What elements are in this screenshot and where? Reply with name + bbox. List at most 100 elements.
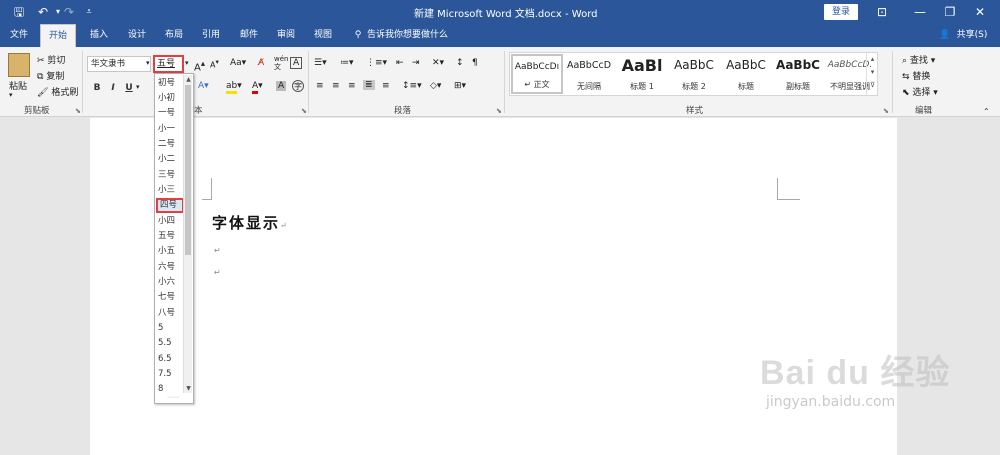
- size-option-selected[interactable]: 四号: [156, 198, 184, 213]
- text-effects-icon[interactable]: A▾: [198, 81, 209, 91]
- document-text[interactable]: 字体显示↵: [212, 212, 289, 233]
- tab-mailings[interactable]: 邮件: [234, 24, 264, 47]
- char-shading-icon[interactable]: A: [276, 81, 287, 91]
- tab-review[interactable]: 审阅: [271, 24, 301, 47]
- share-person-icon[interactable]: 👤: [938, 24, 952, 47]
- size-option[interactable]: 五号: [158, 229, 182, 244]
- borders-icon[interactable]: ⊞▾: [454, 81, 466, 91]
- size-option[interactable]: 三号: [158, 168, 182, 183]
- font-name-dropdown-icon[interactable]: ▾: [146, 59, 150, 67]
- tab-insert[interactable]: 插入: [84, 24, 114, 47]
- font-size-field[interactable]: 五号: [153, 55, 184, 73]
- format-painter-row[interactable]: 🖌 格式刷: [37, 85, 78, 98]
- copy-row[interactable]: ⧉ 复制: [37, 69, 64, 82]
- align-right-icon[interactable]: ≡: [348, 81, 356, 91]
- justify-icon[interactable]: ≣: [363, 80, 375, 90]
- paste-icon[interactable]: [8, 53, 30, 77]
- size-option[interactable]: 小五: [158, 244, 182, 259]
- tab-layout[interactable]: 布局: [159, 24, 189, 47]
- style-title[interactable]: AaBbC 标题: [720, 54, 772, 94]
- align-left-icon[interactable]: ≡: [316, 81, 324, 91]
- cut-row[interactable]: ✂ 剪切: [37, 53, 65, 66]
- select-button[interactable]: ⬉ 选择 ▾: [902, 85, 938, 98]
- scroll-thumb[interactable]: [185, 85, 191, 255]
- style-no-spacing[interactable]: AaBbCcD 无间隔: [563, 54, 615, 94]
- size-option[interactable]: 七号: [158, 290, 182, 305]
- bullets-icon[interactable]: ☰▾: [314, 58, 327, 68]
- line-spacing-icon[interactable]: ↕≡▾: [402, 81, 422, 91]
- login-button[interactable]: 登录: [824, 4, 858, 20]
- show-marks-icon[interactable]: ¶: [472, 58, 478, 68]
- phonetic-guide-icon[interactable]: wén 文: [274, 55, 288, 71]
- underline-button[interactable]: U: [122, 81, 136, 95]
- redo-icon[interactable]: ↷: [60, 3, 78, 21]
- size-option[interactable]: 5: [158, 321, 182, 336]
- multilevel-list-icon[interactable]: ⋮≡▾: [366, 58, 387, 68]
- bold-button[interactable]: B: [90, 81, 104, 95]
- tell-me-search[interactable]: 告诉我你想要做什么: [367, 24, 457, 47]
- tab-design[interactable]: 设计: [122, 24, 152, 47]
- size-option[interactable]: 小一: [158, 122, 182, 137]
- tab-file[interactable]: 文件: [4, 24, 34, 47]
- tab-home[interactable]: 开始: [40, 24, 76, 47]
- resize-grip-icon[interactable]: ⋯⋯: [167, 394, 179, 401]
- share-button[interactable]: 共享(S): [952, 24, 992, 47]
- size-list-scrollbar[interactable]: ▲ ▼: [183, 75, 192, 393]
- size-option[interactable]: 小六: [158, 275, 182, 290]
- customize-toolbar-icon[interactable]: ⩡: [80, 3, 98, 21]
- style-heading-2[interactable]: AaBbC 标题 2: [668, 54, 720, 94]
- styles-scroll-buttons[interactable]: ▴ ▾ ⊽: [866, 53, 878, 95]
- paste-dropdown-icon[interactable]: ▾: [9, 91, 13, 99]
- size-option[interactable]: 二号: [158, 137, 182, 152]
- size-option[interactable]: 初号: [158, 76, 182, 91]
- scroll-down-icon[interactable]: ▼: [184, 384, 193, 393]
- clear-format-icon[interactable]: A̸: [258, 58, 264, 68]
- tab-references[interactable]: 引用: [196, 24, 226, 47]
- grow-font-icon[interactable]: A▴: [194, 58, 205, 73]
- char-border-icon[interactable]: A: [290, 57, 303, 69]
- style-heading-1[interactable]: AaBl 标题 1: [616, 54, 668, 94]
- sort-icon[interactable]: ↕: [456, 58, 464, 68]
- size-option[interactable]: 小初: [158, 91, 182, 106]
- style-normal[interactable]: AaBbCcDı ↵ 正文: [511, 54, 563, 94]
- numbering-icon[interactable]: ≔▾: [340, 58, 354, 68]
- chinese-layout-icon[interactable]: ✕▾: [432, 58, 444, 68]
- ribbon-display-icon[interactable]: ⊡: [862, 0, 902, 24]
- style-sample: AaBbC: [674, 58, 714, 72]
- size-option[interactable]: 7.5: [158, 367, 182, 382]
- size-option[interactable]: 八号: [158, 306, 182, 321]
- paragraph-launcher-icon[interactable]: ⬊: [496, 107, 502, 115]
- size-option[interactable]: 小四: [158, 214, 182, 229]
- font-size-dropdown-icon[interactable]: ▾: [185, 59, 189, 67]
- size-option[interactable]: 6.5: [158, 352, 182, 367]
- tab-view[interactable]: 视图: [308, 24, 338, 47]
- find-button[interactable]: ⌕ 查找 ▾: [902, 53, 935, 66]
- size-option[interactable]: 5.5: [158, 336, 182, 351]
- italic-button[interactable]: I: [106, 81, 120, 95]
- underline-dropdown-icon[interactable]: ▾: [136, 83, 140, 91]
- clipboard-launcher-icon[interactable]: ⬊: [75, 107, 81, 115]
- decrease-indent-icon[interactable]: ⇤: [396, 58, 404, 68]
- collapse-ribbon-icon[interactable]: ⌃: [983, 107, 990, 116]
- size-option[interactable]: 六号: [158, 260, 182, 275]
- size-option[interactable]: 小三: [158, 183, 182, 198]
- font-launcher-icon[interactable]: ⬊: [301, 107, 307, 115]
- increase-indent-icon[interactable]: ⇥: [412, 58, 420, 68]
- highlight-icon[interactable]: ab▾: [226, 81, 242, 94]
- style-subtitle[interactable]: AaBbC 副标题: [772, 54, 824, 94]
- close-icon[interactable]: ✕: [960, 0, 1000, 24]
- enclose-char-icon[interactable]: 字: [292, 80, 304, 92]
- styles-launcher-icon[interactable]: ⬊: [883, 107, 889, 115]
- align-center-icon[interactable]: ≡: [332, 81, 340, 91]
- size-option[interactable]: 一号: [158, 106, 182, 121]
- font-color-icon[interactable]: A▾: [252, 81, 263, 94]
- distributed-icon[interactable]: ≡: [382, 81, 390, 91]
- change-case-icon[interactable]: Aa▾: [230, 58, 246, 68]
- shading-icon[interactable]: ◇▾: [430, 81, 441, 91]
- font-name-field[interactable]: 华文隶书: [87, 56, 151, 72]
- replace-button[interactable]: ⇆ 替换: [902, 69, 930, 82]
- size-option[interactable]: 小二: [158, 152, 182, 167]
- scroll-up-icon[interactable]: ▲: [184, 75, 193, 84]
- save-icon[interactable]: 🖫: [10, 3, 28, 21]
- shrink-font-icon[interactable]: A▾: [210, 58, 219, 70]
